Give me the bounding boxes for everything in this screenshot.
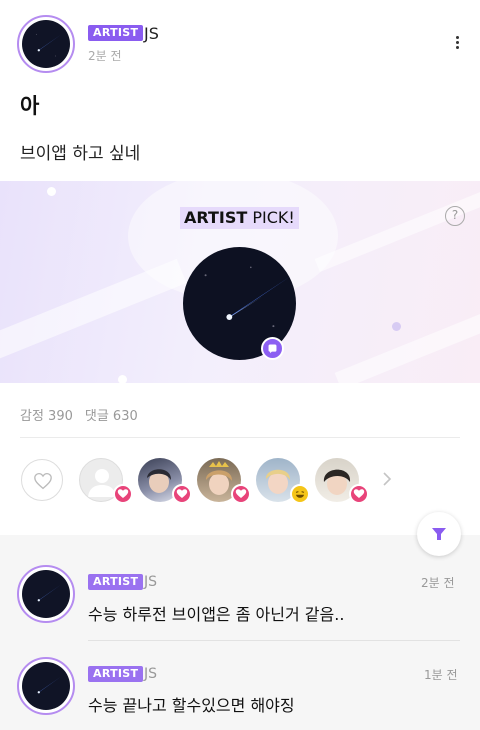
- reaction-count[interactable]: 감정 390: [20, 409, 73, 424]
- artist-pick-title: ARTIST PICK!: [180, 207, 299, 229]
- post-time: 2분 전: [88, 49, 122, 63]
- comment-time: 1분 전: [424, 668, 458, 682]
- filter-funnel-icon: [432, 528, 446, 540]
- comment-text: 수능 끝나고 할수있으면 해야징: [88, 696, 295, 715]
- more-options-icon[interactable]: [450, 34, 464, 54]
- reactor-avatar[interactable]: [138, 458, 192, 504]
- help-icon[interactable]: ?: [445, 206, 465, 226]
- reactor-avatar[interactable]: [256, 458, 310, 504]
- reactor-avatar[interactable]: [197, 458, 251, 504]
- commenter-name[interactable]: JS: [144, 666, 157, 682]
- commenter-name[interactable]: JS: [144, 574, 157, 590]
- comment-text: 수능 하루전 브이앱은 좀 아닌거 같음..: [88, 605, 345, 624]
- filter-button[interactable]: [417, 512, 461, 556]
- chevron-right-icon[interactable]: [381, 470, 393, 488]
- post-body: 브이앱 하고 싶네: [20, 144, 141, 164]
- post-stats: 감정 390 댓글 630: [20, 405, 150, 424]
- shooting-star-image: [22, 20, 70, 68]
- heart-outline-icon: [34, 472, 52, 490]
- commenter-avatar[interactable]: [17, 657, 75, 715]
- comment-count[interactable]: 댓글 630: [85, 409, 138, 424]
- like-button[interactable]: [21, 459, 63, 501]
- post-title: 아: [20, 94, 40, 118]
- heart-icon: [353, 489, 365, 498]
- laughing-face-icon: [295, 491, 305, 498]
- commenter-avatar[interactable]: [17, 565, 75, 623]
- comment-bubble-icon[interactable]: [261, 337, 284, 360]
- author-avatar[interactable]: [17, 15, 75, 73]
- artist-badge: ARTIST: [88, 666, 144, 682]
- heart-icon: [235, 489, 247, 498]
- comment-time: 2분 전: [421, 576, 455, 590]
- reactor-avatar[interactable]: [79, 458, 133, 504]
- author-name[interactable]: JS: [144, 24, 159, 43]
- artist-badge: ARTIST: [88, 574, 144, 590]
- heart-icon: [176, 489, 188, 498]
- artist-badge: ARTIST: [88, 25, 144, 41]
- divider: [20, 437, 460, 438]
- heart-icon: [117, 489, 129, 498]
- reactor-avatar[interactable]: [315, 458, 369, 504]
- divider: [88, 640, 460, 641]
